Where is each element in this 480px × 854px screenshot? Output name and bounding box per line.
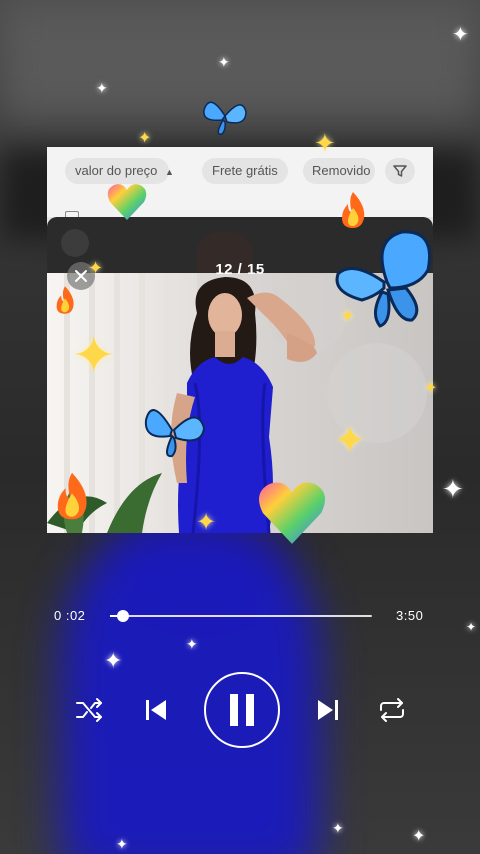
sort-icon: ▲ xyxy=(165,167,174,177)
price-filter-label: valor do preço xyxy=(75,163,158,178)
previous-button[interactable] xyxy=(140,694,172,726)
product-screenshot-card: valor do preço ▲ Frete grátis Removido 1… xyxy=(47,147,433,533)
pause-button[interactable] xyxy=(204,672,280,748)
filter-bar: valor do preço ▲ Frete grátis Removido xyxy=(47,147,433,225)
repeat-icon xyxy=(380,698,404,722)
shuffle-button[interactable] xyxy=(74,694,106,726)
filter-icon[interactable] xyxy=(385,158,415,184)
progress-thumb[interactable] xyxy=(117,610,130,622)
next-button[interactable] xyxy=(312,694,344,726)
price-filter-chip[interactable]: valor do preço ▲ xyxy=(65,158,174,184)
removed-chip[interactable]: Removido xyxy=(303,158,375,184)
image-counter: 12 / 15 xyxy=(215,261,265,278)
free-shipping-chip[interactable]: Frete grátis xyxy=(202,158,288,184)
current-time: 0 :02 xyxy=(54,608,86,623)
product-photo[interactable] xyxy=(47,273,433,533)
close-viewer-button[interactable] xyxy=(67,262,95,290)
header-avatar xyxy=(61,229,89,257)
background-blur-dress xyxy=(60,520,320,854)
next-icon xyxy=(318,700,338,720)
previous-icon xyxy=(146,700,166,720)
close-icon xyxy=(75,270,87,282)
model-photo-illustration xyxy=(47,273,433,533)
duration: 3:50 xyxy=(396,608,424,623)
shuffle-icon xyxy=(76,698,102,722)
background-blur-top xyxy=(0,0,480,120)
pause-icon xyxy=(230,694,254,726)
repeat-button[interactable] xyxy=(376,694,408,726)
progress-slider[interactable] xyxy=(110,610,372,622)
